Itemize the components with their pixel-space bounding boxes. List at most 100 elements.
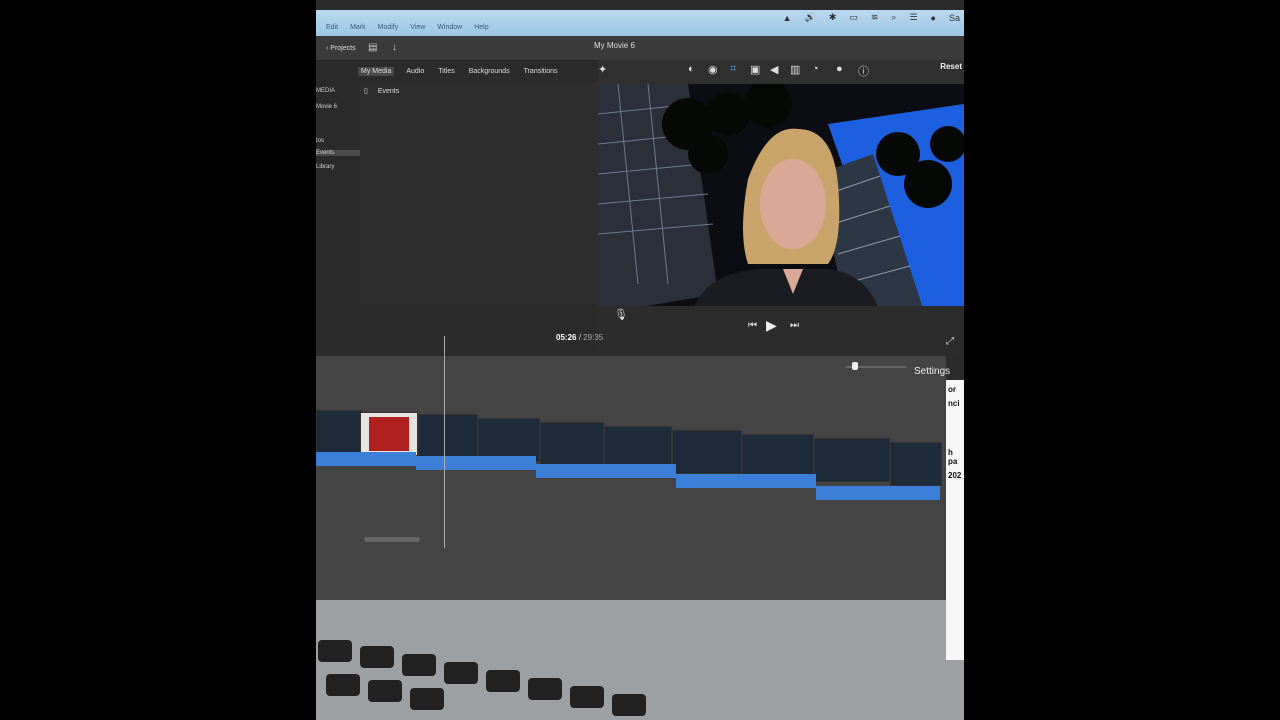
laptop-screen-frame: Edit Mark Modify View Window Help ▲ 🔊 ✱ …	[316, 0, 964, 720]
tab-backgrounds[interactable]: Backgrounds	[467, 67, 512, 76]
filter-icon[interactable]: ●	[836, 63, 843, 75]
video-viewer	[598, 84, 964, 324]
time-separator: /	[578, 333, 581, 342]
audio-waveform[interactable]	[536, 464, 676, 478]
tab-titles[interactable]: Titles	[436, 67, 456, 76]
keyboard-key	[326, 674, 360, 696]
app-toolbar: ‹ Projects ▤ ↓ My Movie 6	[316, 36, 964, 61]
menu-bar: Edit Mark Modify View Window Help ▲ 🔊 ✱ …	[316, 10, 964, 36]
audio-waveform[interactable]	[676, 474, 816, 488]
playback-bar: 🎙 ⏮ ▶ ⏭ ⤢	[598, 306, 964, 356]
play-button[interactable]: ▶	[766, 317, 777, 334]
menu-edit[interactable]: Edit	[326, 24, 338, 31]
events-header: ▯ Events	[364, 87, 399, 95]
skip-back-icon[interactable]: ⏮	[748, 320, 757, 331]
status-area: ▲ 🔊 ✱ ▭ ≋ ⌕ ☰ ● Sa	[783, 12, 960, 23]
control-center-icon[interactable]: ☰	[909, 12, 917, 23]
sidebar-item-photos[interactable]: tos	[316, 138, 324, 144]
battery-icon[interactable]: ▭	[849, 12, 858, 23]
volume-icon[interactable]: 🔊	[805, 12, 816, 23]
timeline-clip[interactable]	[890, 442, 942, 486]
events-header-label: Events	[377, 88, 400, 95]
background-window-edge: or nci h pa 202	[946, 380, 964, 660]
timeline-clip[interactable]	[316, 410, 362, 454]
reset-button[interactable]: Reset	[940, 62, 962, 71]
projects-label: Projects	[330, 45, 356, 52]
audio-waveform[interactable]	[816, 486, 940, 500]
bluetooth-icon[interactable]: ✱	[829, 12, 837, 23]
keyboard-key	[444, 662, 478, 684]
sidebar-item-movie[interactable]: Movie 6	[316, 104, 337, 110]
laptop-keyboard	[316, 600, 964, 720]
audio-waveform[interactable]	[316, 452, 416, 466]
info-icon[interactable]: ⓘ	[858, 63, 869, 79]
settings-button[interactable]: Settings	[914, 366, 950, 377]
timeline-clip[interactable]	[360, 412, 418, 456]
playhead[interactable]	[444, 336, 445, 548]
sidebar-toggle-icon[interactable]: ▯	[364, 88, 368, 95]
speed-icon[interactable]: ◔	[812, 63, 819, 75]
keyboard-key	[360, 646, 394, 668]
search-icon[interactable]: ⌕	[891, 12, 896, 23]
volume-icon[interactable]: ◀	[770, 63, 778, 76]
media-browser	[360, 82, 598, 304]
skip-forward-icon[interactable]: ⏭	[790, 320, 799, 331]
sidebar-item-events[interactable]: Events	[316, 150, 360, 156]
siri-icon[interactable]: ●	[931, 13, 936, 23]
microphone-icon[interactable]: 🎙	[614, 308, 628, 321]
edge-text: nci	[948, 399, 960, 408]
download-arrow-icon[interactable]: ↓	[392, 42, 397, 53]
keyboard-key	[612, 694, 646, 716]
user-label[interactable]: Sa	[949, 13, 960, 23]
menu-help[interactable]: Help	[474, 24, 488, 31]
keyboard-key	[486, 670, 520, 692]
timeline-clip[interactable]	[672, 430, 742, 474]
wifi-icon[interactable]: ≋	[871, 12, 879, 23]
keyboard-key	[402, 654, 436, 676]
menu-window[interactable]: Window	[437, 24, 462, 31]
zoom-slider-handle[interactable]	[852, 362, 858, 370]
menu-mark[interactable]: Mark	[350, 24, 366, 31]
imovie-window: Edit Mark Modify View Window Help ▲ 🔊 ✱ …	[316, 0, 964, 600]
stabilization-icon[interactable]: ▣	[750, 63, 760, 76]
keyboard-key	[318, 640, 352, 662]
tab-transitions[interactable]: Transitions	[522, 67, 560, 76]
menu-view[interactable]: View	[410, 24, 425, 31]
library-sidebar: MEDIA Movie 6 tos Events Library	[316, 82, 360, 304]
color-balance-icon[interactable]: ◐	[688, 63, 695, 75]
browser-tabs: My Media Audio Titles Backgrounds Transi…	[358, 67, 560, 76]
keyboard-key	[528, 678, 562, 700]
equalizer-icon[interactable]: ▥	[790, 63, 800, 76]
audio-waveform[interactable]	[416, 456, 536, 470]
timeline-clip[interactable]	[814, 438, 890, 482]
viewer-toolbar: ✦ ◐ ◉ ⌗ ▣ ◀ ▥ ◔ ● ⓘ Reset	[598, 60, 964, 84]
menu-modify[interactable]: Modify	[378, 24, 399, 31]
timeline-clip[interactable]	[418, 414, 478, 458]
edge-text: 202	[948, 471, 962, 480]
sidebar-item-media: MEDIA	[316, 88, 336, 94]
keyboard-key	[368, 680, 402, 702]
timeline-scrollbar[interactable]	[364, 537, 420, 542]
timeline-clip[interactable]	[742, 434, 814, 478]
total-time: 29:35	[583, 333, 604, 342]
crop-icon[interactable]: ⌗	[730, 63, 736, 76]
movie-title: My Movie 6	[594, 41, 635, 50]
edge-text: or	[948, 385, 956, 394]
color-correction-icon[interactable]: ◉	[708, 63, 718, 76]
keyboard-key	[570, 686, 604, 708]
tab-my-media[interactable]: My Media	[358, 67, 395, 76]
menu-items: Edit Mark Modify View Window Help	[326, 24, 489, 31]
projects-button[interactable]: ‹ Projects	[326, 45, 356, 52]
timecode-display: 05:26 / 29:35	[556, 333, 603, 342]
dropbox-icon[interactable]: ▲	[783, 13, 792, 23]
magic-wand-icon[interactable]: ✦	[598, 63, 607, 76]
fullscreen-icon[interactable]: ⤢	[946, 336, 954, 347]
sidebar-item-library[interactable]: Library	[316, 164, 334, 170]
current-time: 05:26	[556, 333, 577, 342]
video-frame	[598, 84, 964, 324]
timeline-clip[interactable]	[540, 422, 604, 466]
keyboard-key	[410, 688, 444, 710]
edge-text: h pa	[948, 448, 958, 466]
media-import-icon[interactable]: ▤	[368, 42, 377, 53]
tab-audio[interactable]: Audio	[404, 67, 426, 76]
